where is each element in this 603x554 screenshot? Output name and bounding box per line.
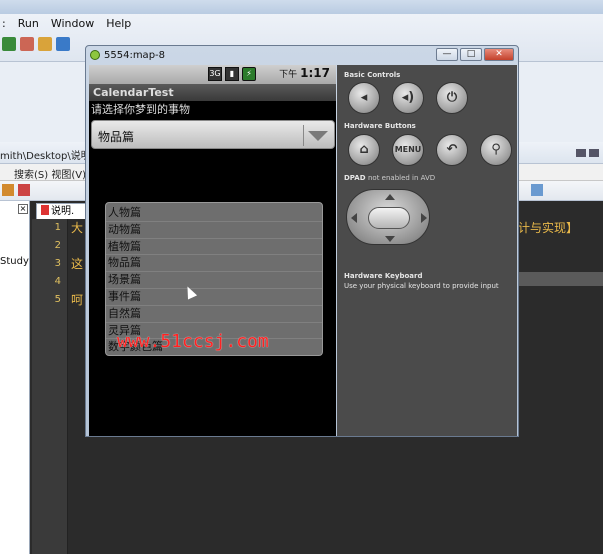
close-button[interactable]: ✕ (484, 48, 514, 61)
debug-icon[interactable] (2, 37, 16, 51)
dpad-title: DPAD (344, 174, 366, 182)
battery-icon: ⚡ (242, 67, 256, 81)
maximize-button[interactable]: □ (460, 48, 482, 61)
dropdown-item[interactable]: 事件篇 (106, 289, 322, 306)
dpad-right-icon[interactable] (421, 213, 427, 223)
line-number: 4 (54, 276, 61, 287)
volume-down-icon[interactable]: ◂ (348, 82, 380, 114)
open-file-icon[interactable] (2, 184, 14, 196)
cut-icon[interactable] (18, 184, 30, 196)
maximize-view-icon[interactable] (589, 149, 599, 157)
line-number: 1 (54, 222, 61, 233)
watermark: www.51ccsj.com (117, 331, 269, 352)
power-icon[interactable]: ⏻ (436, 82, 468, 114)
network-3g-icon: 3G (208, 67, 222, 81)
line-number: 5 (54, 294, 61, 305)
spinner-value: 物品篇 (98, 130, 135, 144)
menu-help[interactable]: Help (106, 17, 131, 30)
dropdown-item[interactable]: 物品篇 (106, 255, 322, 273)
emulator-controls: Basic Controls ◂ ◂) ⏻ Hardware Buttons ⌂… (337, 65, 517, 436)
status-bar: 3G ▮ ⚡ 下午 1:17 (89, 65, 336, 84)
status-icons: 3G ▮ ⚡ (208, 67, 256, 81)
minimize-view-icon[interactable] (576, 149, 586, 157)
close-icon[interactable]: × (18, 204, 28, 214)
dpad-up-icon[interactable] (385, 194, 395, 200)
category-spinner[interactable]: 物品篇 (91, 120, 335, 149)
hardware-buttons-label: Hardware Buttons (344, 122, 416, 130)
home-icon[interactable]: ⌂ (348, 134, 380, 166)
keyboard-title: Hardware Keyboard (344, 272, 423, 280)
emulator-window: 5554:map-8 — □ ✕ 3G ▮ ⚡ 下午 1:17 CalendarT… (85, 45, 519, 437)
menu-run[interactable]: Run (18, 17, 39, 30)
window-buttons: — □ ✕ (436, 48, 514, 61)
dpad-center-button[interactable] (368, 207, 410, 229)
file-path: mith\Desktop\说明.t (0, 151, 98, 162)
menu-window[interactable]: Window (51, 17, 94, 30)
dropdown-item[interactable]: 人物篇 (106, 205, 322, 222)
dpad-note: not enabled in AVD (367, 174, 436, 182)
keyboard-note: Hardware Keyboard Use your physical keyb… (344, 271, 499, 291)
device-screen[interactable]: 3G ▮ ⚡ 下午 1:17 CalendarTest 请选择你梦到的事物 物品篇… (89, 65, 336, 436)
line-number: 2 (54, 240, 61, 251)
dpad[interactable] (346, 189, 430, 245)
window-icon[interactable] (531, 184, 543, 196)
dropdown-item[interactable]: 植物篇 (106, 239, 322, 256)
left-panel: × Study (0, 201, 30, 554)
android-icon (90, 50, 100, 60)
sub-toolbar-text: 搜索(S) 视图(V) (14, 170, 86, 181)
new-package-icon[interactable] (38, 37, 52, 51)
file-icon (41, 205, 49, 215)
clock-time: 1:17 (300, 66, 330, 80)
editor-overflow-text: 计与实现】 (518, 221, 579, 235)
dpad-down-icon[interactable] (385, 236, 395, 242)
back-icon[interactable]: ↶ (436, 134, 468, 166)
status-clock: 下午 1:17 (279, 66, 330, 80)
run-config-icon[interactable] (20, 37, 34, 51)
left-panel-label: Study (0, 256, 29, 267)
spinner-divider (303, 125, 304, 146)
keyboard-description: Use your physical keyboard to provide in… (344, 282, 499, 290)
minimize-button[interactable]: — (436, 48, 458, 61)
dropdown-item[interactable]: 场景篇 (106, 272, 322, 289)
eclipse-menubar: : Run Window Help (0, 14, 603, 32)
chevron-down-icon (308, 131, 328, 141)
menu-separator: : (2, 16, 6, 30)
app-title: CalendarTest (89, 84, 336, 101)
dropdown-item[interactable]: 自然篇 (106, 306, 322, 323)
menu-button[interactable]: MENU (392, 134, 424, 166)
search-icon[interactable]: ⚲ (480, 134, 512, 166)
editor-tab-label: 说明. (51, 206, 75, 217)
eclipse-titlebar (0, 0, 603, 14)
emulator-title: 5554:map-8 (104, 49, 166, 61)
dropdown-item[interactable]: 动物篇 (106, 222, 322, 239)
signal-icon: ▮ (225, 67, 239, 81)
new-class-icon[interactable] (56, 37, 70, 51)
editor-tab[interactable]: 说明. (36, 203, 92, 219)
line-number-gutter: 1 2 3 4 5 (32, 219, 68, 554)
dpad-left-icon[interactable] (351, 213, 357, 223)
volume-up-icon[interactable]: ◂) (392, 82, 424, 114)
view-controls (576, 149, 599, 157)
clock-prefix: 下午 (279, 70, 298, 80)
basic-controls-label: Basic Controls (344, 71, 401, 79)
line-number: 3 (54, 258, 61, 269)
dpad-label: DPAD not enabled in AVD (344, 174, 435, 182)
current-line-highlight (518, 272, 603, 286)
emulator-titlebar: 5554:map-8 — □ ✕ (86, 46, 518, 64)
prompt-label: 请选择你梦到的事物 (91, 103, 190, 116)
